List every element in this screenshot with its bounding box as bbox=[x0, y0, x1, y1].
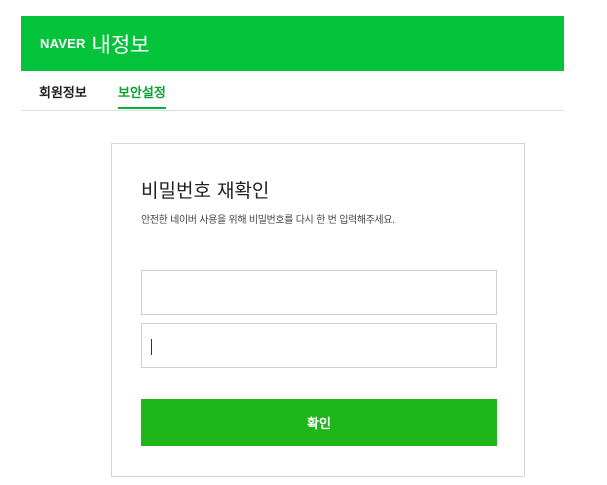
tab-security-settings[interactable]: 보안설정 bbox=[118, 82, 166, 109]
header-bar: NAVER 내정보 bbox=[21, 16, 564, 71]
page: NAVER 내정보 회원정보 보안설정 비밀번호 재확인 안전한 네이버 사용을… bbox=[0, 0, 607, 485]
panel-title: 비밀번호 재확인 bbox=[141, 180, 270, 202]
text-cursor bbox=[151, 339, 152, 355]
password-reconfirm-panel: 비밀번호 재확인 안전한 네이버 사용을 위해 비밀번호를 다시 한 번 입력해… bbox=[111, 143, 525, 477]
password-input[interactable] bbox=[142, 324, 496, 367]
page-title: 내정보 bbox=[91, 32, 150, 57]
panel-description: 안전한 네이버 사용을 위해 비밀번호를 다시 한 번 입력해주세요. bbox=[141, 215, 395, 226]
id-field[interactable] bbox=[141, 270, 497, 315]
password-field[interactable] bbox=[141, 323, 497, 368]
confirm-button[interactable]: 확인 bbox=[141, 399, 497, 446]
id-input[interactable] bbox=[142, 271, 496, 314]
tab-bar: 회원정보 보안설정 bbox=[21, 73, 564, 111]
tab-member-info[interactable]: 회원정보 bbox=[39, 82, 87, 109]
naver-logo[interactable]: NAVER bbox=[40, 36, 86, 51]
